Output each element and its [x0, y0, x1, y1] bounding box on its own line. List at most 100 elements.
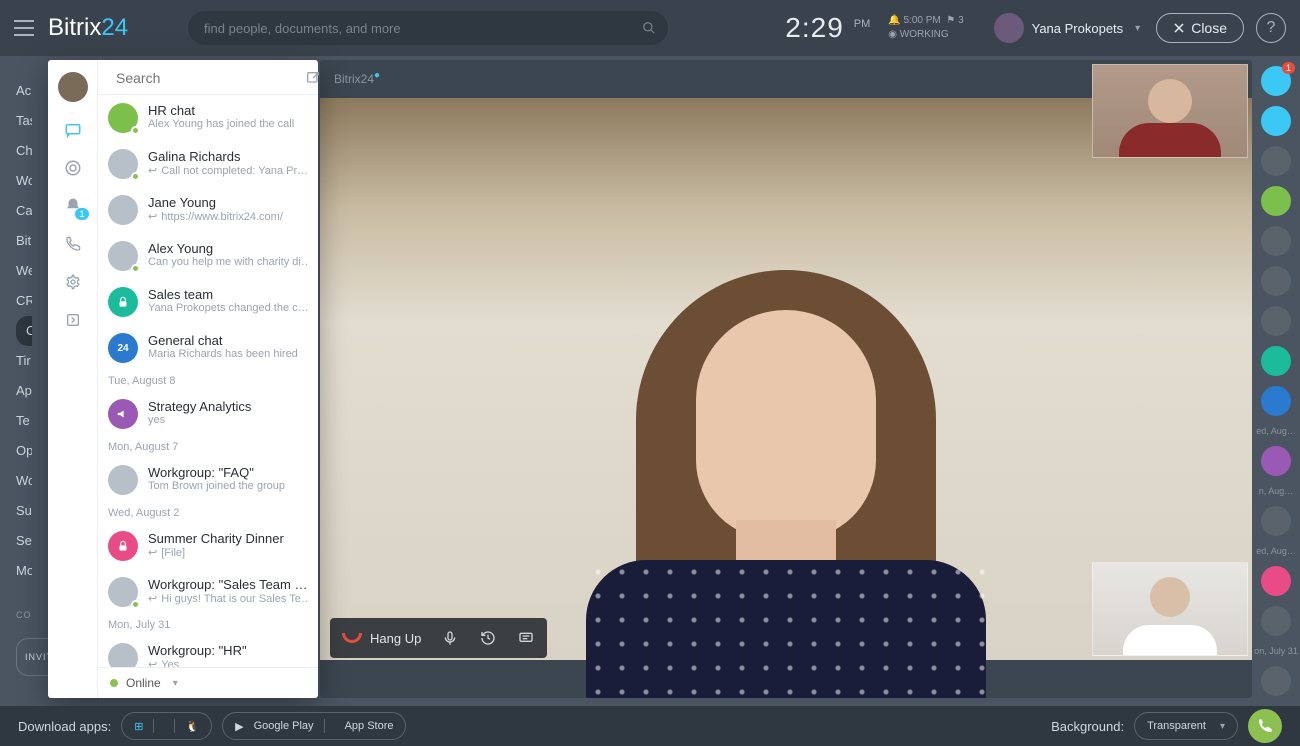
group-bubble[interactable] [1261, 346, 1291, 376]
app-logo[interactable]: Bitrix24 [48, 14, 128, 42]
date-header: Wed, August 2 [98, 503, 318, 523]
chat-icon[interactable] [517, 629, 535, 647]
rail-date-label: on, July 31 [1254, 646, 1298, 656]
chat-avatar: 24 [108, 333, 138, 363]
nav-item[interactable]: Wo [16, 466, 32, 496]
chat-item[interactable]: 24 General chatMaria Richards has been hi… [98, 325, 318, 371]
contact-bubble[interactable] [1261, 186, 1291, 216]
status-dot-icon [110, 679, 118, 687]
chat-item[interactable]: Workgroup: "FAQ"Tom Brown joined the gro… [98, 457, 318, 503]
pip-remote[interactable] [1092, 64, 1248, 158]
mentions-tab-icon[interactable] [63, 158, 83, 178]
chat-preview: yes [148, 414, 251, 426]
nav-item[interactable]: Tir [16, 346, 32, 376]
contact-bubble[interactable] [1261, 506, 1291, 536]
chat-item[interactable]: Jane Young↩ https://www.bitrix24.com/ [98, 187, 318, 233]
chat-preview: Maria Richards has been hired [148, 348, 298, 360]
nav-item[interactable]: We [16, 256, 32, 286]
contact-bubble[interactable] [1261, 226, 1291, 256]
status-label: Online [126, 676, 161, 690]
chat-item[interactable]: Galina Richards↩ Call not completed: Yan… [98, 141, 318, 187]
nav-item[interactable]: Ca [16, 196, 32, 226]
chat-search-input[interactable] [116, 70, 297, 86]
notif-bubble[interactable]: 1 [1261, 66, 1291, 96]
group-bubble[interactable] [1261, 386, 1291, 416]
mobile-apps-pill[interactable]: ▶Google Play App Store [222, 712, 406, 740]
hang-up-label: Hang Up [370, 631, 421, 646]
user-avatar [994, 13, 1024, 43]
contact-bubble[interactable] [1261, 306, 1291, 336]
chevron-down-icon: ▾ [1220, 721, 1225, 732]
desktop-apps-pill[interactable]: ⊞ 🐧 [121, 712, 212, 740]
video-brand: Bitrix24● [334, 70, 380, 86]
call-fab[interactable] [1248, 709, 1282, 743]
group-bubble[interactable] [1261, 566, 1291, 596]
chat-item[interactable]: Workgroup: "Sales Team Gr…↩ Hi guys! Tha… [98, 569, 318, 615]
expand-tab-icon[interactable] [63, 310, 83, 330]
chat-list: HR chatAlex Young has joined the callGal… [98, 95, 318, 667]
self-avatar[interactable] [58, 72, 88, 102]
close-button[interactable]: Close [1156, 13, 1244, 43]
mic-icon[interactable] [441, 629, 459, 647]
nav-item[interactable]: Op [16, 436, 32, 466]
chat-avatar [108, 465, 138, 495]
nav-item[interactable]: Bit [16, 226, 32, 256]
hang-up-button[interactable]: Hang Up [342, 631, 421, 646]
chat-item[interactable]: Strategy Analyticsyes [98, 391, 318, 437]
chevron-down-icon: ▾ [1135, 23, 1140, 34]
global-search[interactable]: find people, documents, and more [188, 11, 668, 45]
search-bubble[interactable] [1261, 146, 1291, 176]
chat-item[interactable]: Sales teamYana Prokopets changed the c… [98, 279, 318, 325]
compose-icon[interactable] [305, 70, 321, 86]
chat-name: Strategy Analytics [148, 399, 251, 414]
chat-item[interactable]: Summer Charity Dinner↩ [File] [98, 523, 318, 569]
calls-tab-icon[interactable] [63, 234, 83, 254]
nav-item[interactable]: Mo [16, 556, 32, 586]
nav-item[interactable]: Wo [16, 166, 32, 196]
search-icon[interactable] [642, 21, 656, 35]
nav-item[interactable]: Su [16, 496, 32, 526]
chat-preview: ↩ Call not completed: Yana Pr… [148, 164, 308, 177]
chat-preview: Can you help me with charity di… [148, 256, 308, 268]
background-select[interactable]: Transparent ▾ [1134, 712, 1238, 740]
contact-bubble[interactable] [1261, 266, 1291, 296]
nav-item[interactable]: Te [16, 406, 32, 436]
chat-panel: 1 HR chatAlex Young has joined the callG… [48, 60, 318, 698]
call-controls: Hang Up [330, 618, 547, 658]
nav-item[interactable]: Tas [16, 106, 32, 136]
chat-item[interactable]: Workgroup: "HR"↩ Yes [98, 635, 318, 667]
settings-tab-icon[interactable] [63, 272, 83, 292]
contact-bubble[interactable] [1261, 666, 1291, 696]
chat-item[interactable]: Alex YoungCan you help me with charity d… [98, 233, 318, 279]
pip-self[interactable] [1092, 562, 1248, 656]
chat-avatar [108, 643, 138, 667]
chat-item[interactable]: HR chatAlex Young has joined the call [98, 95, 318, 141]
history-icon[interactable] [479, 629, 497, 647]
presence-status[interactable]: Online ▾ [98, 667, 318, 698]
nav-item[interactable]: Ac [16, 76, 32, 106]
messages-tab-icon[interactable] [63, 120, 83, 140]
help-button[interactable]: ? [1256, 13, 1286, 43]
time-suffix: PM [854, 18, 871, 30]
chat-avatar [108, 399, 138, 429]
nav-item[interactable]: Co [16, 316, 32, 346]
chat-bubble[interactable] [1261, 106, 1291, 136]
nav-item[interactable]: Se [16, 526, 32, 556]
top-header: Bitrix24 find people, documents, and mor… [0, 0, 1300, 56]
menu-icon[interactable] [14, 20, 34, 36]
nav-item[interactable]: Ap [16, 376, 32, 406]
group-bubble[interactable] [1261, 446, 1291, 476]
date-header: Mon, August 7 [98, 437, 318, 457]
nav-item[interactable]: Ch [16, 136, 32, 166]
nav-item[interactable]: CR [16, 286, 32, 316]
chat-preview: Alex Young has joined the call [148, 118, 294, 130]
chat-preview: ↩ Hi guys! That is our Sales Te… [148, 592, 308, 605]
chat-preview: Yana Prokopets changed the c… [148, 302, 308, 314]
chat-name: General chat [148, 333, 298, 348]
notifications-tab-icon[interactable]: 1 [63, 196, 83, 216]
download-label: Download apps: [18, 719, 111, 734]
contact-bubble[interactable] [1261, 606, 1291, 636]
play-icon: ▶ [235, 720, 243, 733]
chat-preview: ↩ Yes [148, 658, 247, 667]
user-menu[interactable]: Yana Prokopets ▾ [994, 13, 1141, 43]
